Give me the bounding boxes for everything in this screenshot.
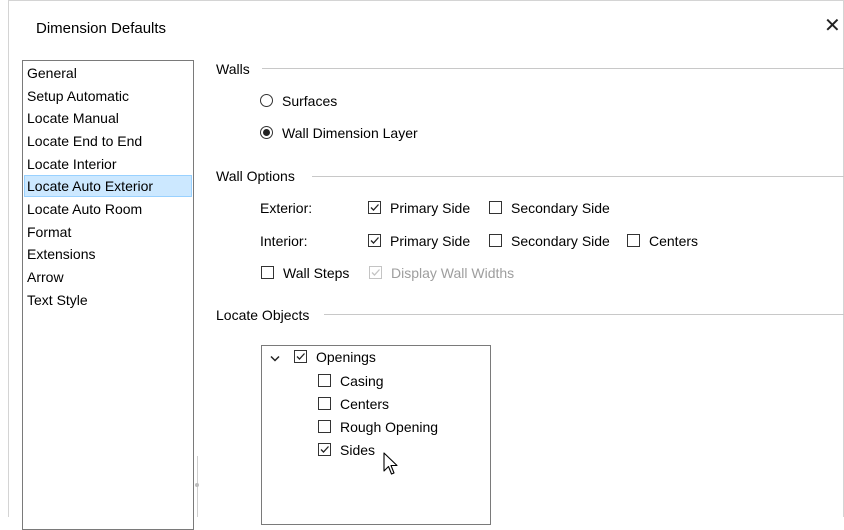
sidebar-item-locate-auto-exterior[interactable]: Locate Auto Exterior (24, 175, 192, 197)
surfaces-label[interactable]: Surfaces (282, 92, 337, 110)
wall-steps-checkbox[interactable] (261, 266, 274, 279)
window-border-top (8, 0, 844, 1)
walls-header: Walls (216, 60, 256, 78)
interior-secondary-side-checkbox[interactable] (489, 234, 502, 247)
wall-options-divider (312, 176, 844, 177)
splitter-grip[interactable] (195, 483, 199, 487)
surfaces-radio[interactable] (260, 94, 273, 107)
wall-dimension-layer-label[interactable]: Wall Dimension Layer (282, 124, 418, 142)
tree-item-centers[interactable]: Centers (340, 395, 389, 413)
interior-centers-checkbox[interactable] (627, 234, 640, 247)
exterior-secondary-side-label[interactable]: Secondary Side (511, 199, 610, 217)
sidebar-item-locate-manual[interactable]: Locate Manual (24, 107, 192, 129)
centers-checkbox[interactable] (318, 397, 331, 410)
display-wall-widths-label: Display Wall Widths (391, 265, 515, 281)
tree-item-openings[interactable]: Openings (316, 348, 376, 366)
rough-opening-checkbox[interactable] (318, 420, 331, 433)
mouse-pointer-icon (383, 452, 399, 481)
sidebar-item-text-style[interactable]: Text Style (24, 289, 192, 311)
wall-steps-label[interactable]: Wall Steps (283, 264, 349, 282)
sides-checkbox[interactable] (318, 443, 331, 456)
interior-primary-side-checkbox[interactable] (368, 234, 381, 247)
dialog-title: Dimension Defaults (36, 20, 167, 37)
interior-primary-side-label[interactable]: Primary Side (390, 232, 470, 250)
locate-objects-header: Locate Objects (216, 306, 316, 324)
locate-objects-divider (324, 314, 844, 315)
interior-secondary-side-label[interactable]: Secondary Side (511, 232, 610, 250)
exterior-label: Exterior: (260, 200, 313, 216)
chevron-down-icon[interactable] (270, 350, 280, 366)
tree-item-casing[interactable]: Casing (340, 372, 384, 390)
exterior-primary-side-checkbox[interactable] (368, 201, 381, 214)
sidebar-item-general[interactable]: General (24, 62, 192, 84)
sidebar-item-format[interactable]: Format (24, 221, 192, 243)
tree-item-sides[interactable]: Sides (340, 441, 375, 459)
interior-label: Interior: (260, 233, 308, 249)
display-wall-widths-checkbox (369, 266, 382, 279)
sidebar-item-locate-end-to-end[interactable]: Locate End to End (24, 130, 192, 152)
interior-centers-label[interactable]: Centers (649, 232, 698, 250)
sidebar-item-locate-interior[interactable]: Locate Interior (24, 153, 192, 175)
sidebar-item-setup-automatic[interactable]: Setup Automatic (24, 85, 192, 107)
wall-options-header: Wall Options (216, 167, 301, 185)
casing-checkbox[interactable] (318, 374, 331, 387)
window-border-left (8, 0, 9, 517)
walls-divider (262, 68, 844, 69)
exterior-primary-side-label[interactable]: Primary Side (390, 199, 470, 217)
openings-checkbox[interactable] (294, 350, 307, 363)
sidebar-item-locate-auto-room[interactable]: Locate Auto Room (24, 198, 192, 220)
exterior-secondary-side-checkbox[interactable] (489, 201, 502, 214)
category-list[interactable]: General Setup Automatic Locate Manual Lo… (22, 60, 194, 530)
sidebar-item-extensions[interactable]: Extensions (24, 243, 192, 265)
wall-dimension-layer-radio[interactable] (260, 126, 273, 139)
close-icon[interactable]: ✕ (824, 14, 841, 38)
sidebar-item-arrow[interactable]: Arrow (24, 266, 192, 288)
tree-item-rough-opening[interactable]: Rough Opening (340, 418, 438, 436)
